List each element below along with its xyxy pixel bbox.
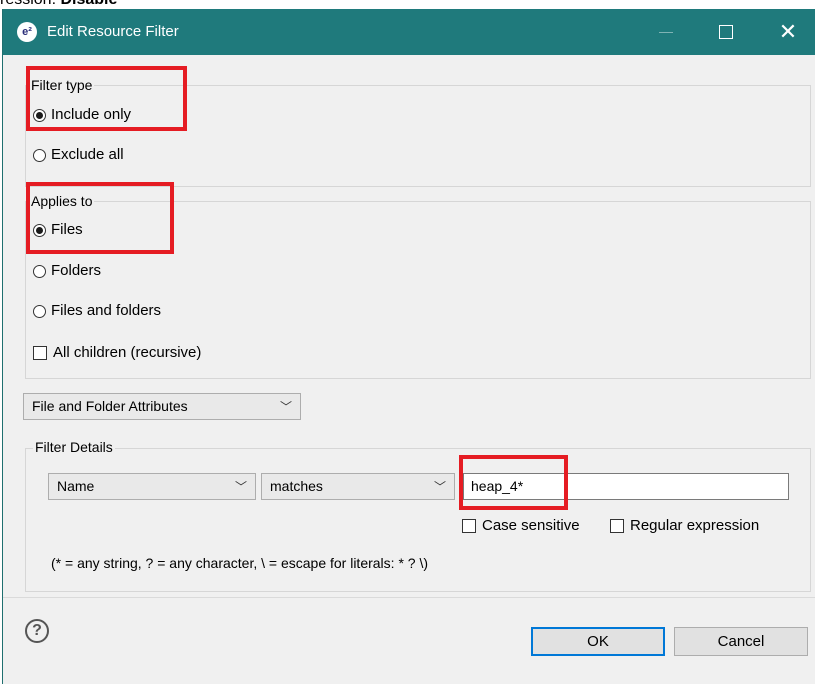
- files-and-folders-label: Files and folders: [51, 302, 162, 319]
- chevron-down-icon: ﹀: [433, 480, 446, 494]
- caption-prefix: ression:: [0, 0, 60, 8]
- regular-expression-label: Regular expression: [630, 517, 760, 534]
- files-radio[interactable]: Files: [33, 220, 83, 240]
- files-label: Files: [51, 221, 83, 238]
- attribute-category-value: File and Folder Attributes: [32, 398, 188, 414]
- regular-expression-checkbox-box[interactable]: [610, 519, 624, 533]
- files-and-folders-radio[interactable]: Files and folders: [33, 301, 161, 321]
- radio-include-only-indicator[interactable]: [33, 108, 46, 122]
- filter-details-legend: Filter Details: [33, 438, 115, 456]
- pattern-hint: (* = any string, ? = any character, \ = …: [51, 555, 429, 571]
- window-title: Edit Resource Filter: [47, 23, 179, 40]
- minimize-button[interactable]: [643, 9, 689, 55]
- close-button[interactable]: ✕: [765, 9, 811, 55]
- radio-folders-indicator[interactable]: [33, 264, 46, 278]
- operator-value: matches: [270, 478, 323, 494]
- radio-files-and-folders-indicator[interactable]: [33, 304, 46, 318]
- help-icon[interactable]: ?: [25, 619, 49, 643]
- eclipse-app-icon: e²: [17, 22, 37, 42]
- chevron-down-icon: ﹀: [279, 400, 292, 414]
- attribute-category-select[interactable]: File and Folder Attributes ﹀: [23, 393, 301, 420]
- title-bar[interactable]: e² Edit Resource Filter ✕: [3, 9, 815, 55]
- footer-separator: [3, 597, 815, 598]
- filter-type-legend: Filter type: [29, 76, 95, 94]
- attribute-select[interactable]: Name ﹀: [48, 473, 256, 500]
- all-children-label: All children (recursive): [53, 344, 202, 361]
- exclude-all-radio[interactable]: Exclude all: [33, 145, 124, 165]
- folders-label: Folders: [51, 262, 102, 279]
- ok-button[interactable]: OK: [531, 627, 665, 656]
- all-children-checkbox-box[interactable]: [33, 346, 47, 360]
- regular-expression-checkbox[interactable]: Regular expression: [610, 516, 759, 536]
- folders-radio[interactable]: Folders: [33, 261, 101, 281]
- radio-files-indicator[interactable]: [33, 223, 46, 237]
- case-sensitive-checkbox[interactable]: Case sensitive: [462, 516, 580, 536]
- operator-select[interactable]: matches ﹀: [261, 473, 455, 500]
- applies-to-legend: Applies to: [29, 192, 95, 210]
- attribute-value: Name: [57, 478, 95, 494]
- all-children-checkbox[interactable]: All children (recursive): [33, 343, 201, 363]
- pattern-input[interactable]: heap_4*: [463, 473, 789, 500]
- case-sensitive-checkbox-box[interactable]: [462, 519, 476, 533]
- maximize-button[interactable]: [703, 9, 749, 55]
- include-only-radio[interactable]: Include only: [33, 105, 131, 125]
- exclude-all-label: Exclude all: [51, 146, 124, 163]
- radio-exclude-all-indicator[interactable]: [33, 148, 46, 162]
- include-only-label: Include only: [51, 106, 132, 123]
- page-caption: ression: Disable: [0, 0, 117, 9]
- pattern-value: heap_4*: [471, 478, 524, 494]
- filter-type-group: [25, 85, 811, 187]
- chevron-down-icon: ﹀: [234, 480, 247, 494]
- case-sensitive-label: Case sensitive: [482, 517, 580, 534]
- edit-resource-filter-dialog: e² Edit Resource Filter ✕ Filter type In…: [2, 9, 815, 684]
- cancel-button[interactable]: Cancel: [674, 627, 808, 656]
- caption-bold: Disable: [60, 0, 117, 8]
